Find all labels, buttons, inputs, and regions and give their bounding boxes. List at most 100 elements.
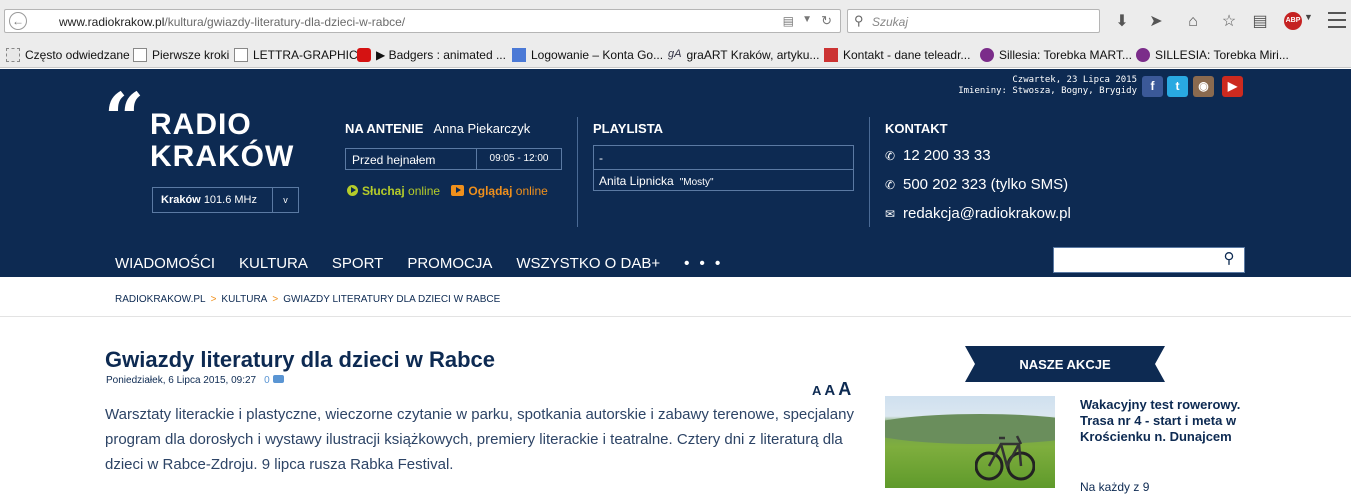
bookmark-item[interactable]: Logowanie – Konta Go... [512, 48, 663, 62]
namedays: Imieniny: Stwosza, Bogny, Brygidy [958, 86, 1137, 96]
address-bar[interactable]: ← www.radiokrakow.pl/kultura/gwiazdy-lit… [4, 9, 841, 33]
mail-icon: ✉ [885, 207, 896, 221]
bookmarks-bar: Często odwiedzane Pierwsze kroki LETTRA-… [0, 44, 1351, 68]
article-thumbnail[interactable] [885, 396, 1055, 488]
instagram-icon[interactable]: ◉ [1193, 76, 1214, 97]
listen-link[interactable]: Słuchaj online [347, 184, 440, 198]
watch-link[interactable]: Oglądaj online [443, 184, 548, 198]
site-search-input[interactable]: ⚲ [1053, 247, 1245, 273]
heart-icon [1136, 48, 1150, 62]
article-meta: Poniedziałek, 6 Lipca 2015, 09:27 0 [106, 375, 284, 386]
reader-view-icon[interactable]: ▤ [783, 14, 794, 28]
article-title: Gwiazdy literatury dla dzieci w Rabce [105, 347, 496, 372]
bookmark-item[interactable]: SILLESIA: Torebka Miri... [1136, 48, 1289, 62]
divider [869, 117, 870, 227]
search-icon[interactable]: ⚲ [1220, 249, 1238, 269]
hamburger-menu-icon[interactable] [1328, 12, 1346, 28]
listen-watch: Słuchaj online Oglądaj online [347, 184, 548, 198]
breadcrumb-section[interactable]: KULTURA [221, 294, 267, 305]
date-info: Czwartek, 23 Lipca 2015 Imieniny: Stwosz… [940, 75, 1137, 97]
youtube-icon[interactable]: ▶ [1222, 76, 1243, 97]
nav-item-kultura[interactable]: KULTURA [239, 255, 308, 272]
video-icon [451, 185, 465, 196]
on-air: NA ANTENIE Anna Piekarczyk [345, 121, 531, 136]
nav-more-icon[interactable]: • • • [684, 255, 723, 272]
bookmark-item[interactable]: Kontakt - dane teleadr... [824, 48, 970, 62]
logo-quote-icon[interactable]: “ [104, 84, 144, 154]
chevron-down-icon: v [272, 188, 298, 212]
back-arrow-icon[interactable]: ← [9, 12, 27, 30]
bookmark-item[interactable]: Sillesia: Torebka MART... [980, 48, 1132, 62]
search-icon: ⚲ [854, 13, 864, 28]
divider [577, 117, 578, 227]
on-air-host: Anna Piekarczyk [433, 121, 531, 136]
breadcrumb: RADIOKRAKOW.PL > KULTURA > GWIAZDY LITERATUR… [115, 294, 501, 305]
nav-item-dab[interactable]: WSZYSTKO O DAB+ [516, 255, 660, 272]
current-date: Czwartek, 23 Lipca 2015 [1012, 75, 1137, 85]
download-icon[interactable]: ⬇ [1111, 11, 1133, 33]
font-size-controls: AAA [812, 379, 851, 400]
site-header: Czwartek, 23 Lipca 2015 Imieniny: Stwosz… [0, 69, 1351, 277]
station-select[interactable]: Kraków 101.6 MHz v [152, 187, 299, 213]
playlist-song: "Mosty" [679, 177, 714, 188]
contact-phone[interactable]: ✆ 12 200 33 33 [885, 147, 991, 164]
contact-sms[interactable]: ✆ 500 202 323 (tylko SMS) [885, 176, 1068, 193]
main-nav: WIADOMOŚCI KULTURA SPORT PROMOCJA WSZYSTKO O… [115, 255, 747, 272]
graart-icon: gA [668, 48, 682, 60]
youtube-icon [357, 48, 371, 62]
browser-toolbar: ← www.radiokrakow.pl/kultura/gwiazdy-lit… [0, 0, 1351, 44]
adblock-dropdown-icon[interactable]: ▼ [1304, 12, 1313, 22]
reading-list-icon[interactable]: ▤ [1249, 11, 1271, 33]
phone-icon: ✆ [885, 149, 896, 163]
bookmark-item[interactable]: Często odwiedzane [6, 48, 130, 62]
facebook-icon[interactable]: f [1142, 76, 1163, 97]
contact-title: KONTAKT [885, 121, 948, 136]
bookmark-item[interactable]: Pierwsze kroki [133, 48, 229, 62]
breadcrumb-current[interactable]: GWIAZDY LITERATURY DLA DZIECI W RABCE [283, 294, 500, 305]
playlist-title[interactable]: PLAYLISTA [593, 121, 663, 136]
twitter-icon[interactable]: t [1167, 76, 1188, 97]
play-icon [347, 185, 358, 196]
section-header: NASZE AKCJE [965, 346, 1165, 382]
reload-icon[interactable]: ↻ [821, 13, 832, 29]
google-icon [512, 48, 526, 62]
font-medium-button[interactable]: A [824, 382, 835, 399]
comment-count[interactable]: 0 [264, 375, 270, 386]
bookmark-item[interactable]: ▶ Badgers : animated ... [357, 48, 506, 62]
comment-icon[interactable] [272, 375, 284, 383]
history-dropdown-icon[interactable]: ▼ [802, 14, 812, 25]
playlist-artist: Anita Lipnicka [599, 174, 674, 188]
heart-icon [980, 48, 994, 62]
phone-icon: ✆ [885, 178, 896, 192]
address-url[interactable]: www.radiokrakow.pl/kultura/gwiazdy-liter… [59, 15, 405, 29]
breadcrumb-home[interactable]: RADIOKRAKOW.PL [115, 294, 206, 305]
site-logo[interactable]: RADIO KRAKÓW [150, 109, 294, 173]
adblock-icon[interactable]: ABP [1284, 12, 1302, 30]
article-lead: Warsztaty literackie i plastyczne, wiecz… [105, 406, 854, 473]
send-icon[interactable]: ➤ [1145, 11, 1167, 33]
browser-search-input[interactable]: ⚲ Szukaj [847, 9, 1100, 33]
section-title: NASZE AKCJE [1019, 357, 1111, 372]
royal-icon [824, 48, 838, 62]
home-icon[interactable]: ⌂ [1182, 11, 1204, 33]
bookmark-star-icon[interactable]: ☆ [1218, 11, 1240, 33]
article-date: Poniedziałek, 6 Lipca 2015, 09:27 [106, 375, 257, 386]
playlist-box: - Anita Lipnicka "Mosty" [593, 145, 854, 191]
nav-item-promocja[interactable]: PROMOCJA [407, 255, 492, 272]
divider [0, 316, 1351, 317]
bookmark-item[interactable]: gA graART Kraków, artyku... [668, 48, 819, 62]
font-large-button[interactable]: A [838, 379, 851, 399]
current-show: Przed hejnałem 09:05 - 12:00 [345, 148, 562, 170]
bicycle-image [975, 435, 1035, 481]
contact-email[interactable]: ✉ redakcja@radiokrakow.pl [885, 205, 1071, 222]
search-placeholder: Szukaj [872, 15, 909, 29]
page-icon [133, 48, 147, 62]
folder-icon [6, 48, 20, 62]
sidebar-article-excerpt: Na każdy z 9 [1080, 480, 1150, 494]
page-icon [234, 48, 248, 62]
nav-item-wiadomosci[interactable]: WIADOMOŚCI [115, 255, 215, 272]
sidebar-article-title[interactable]: Wakacyjny test rowerowy. Trasa nr 4 - st… [1080, 397, 1250, 445]
bookmark-item[interactable]: LETTRA-GRAPHIC [234, 48, 358, 62]
font-small-button[interactable]: A [812, 383, 821, 398]
nav-item-sport[interactable]: SPORT [332, 255, 383, 272]
